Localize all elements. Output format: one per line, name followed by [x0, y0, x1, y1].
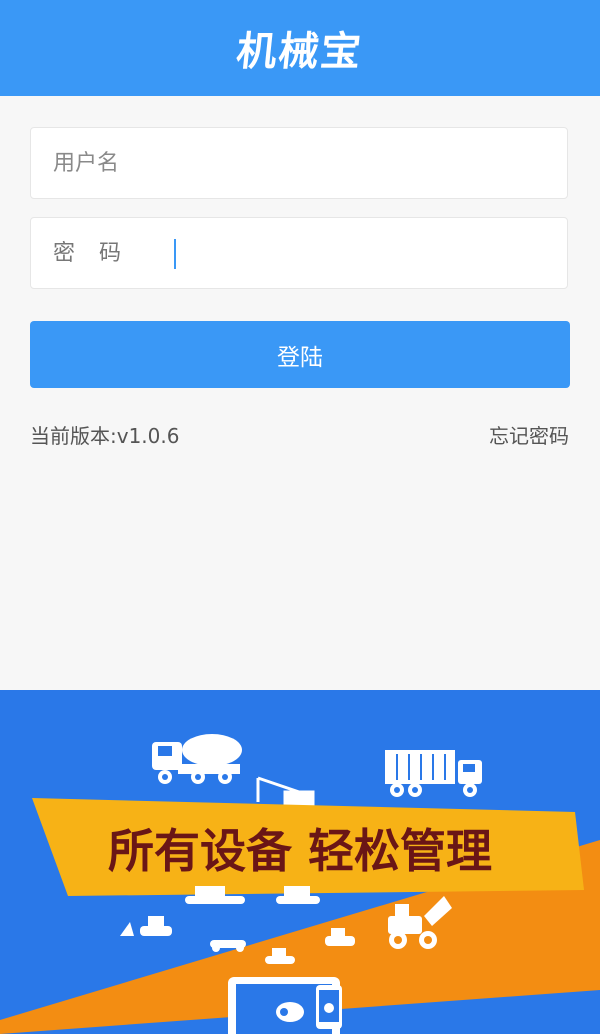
concrete-mixer-truck-icon — [152, 734, 242, 784]
password-field-box: 密码 — [30, 217, 568, 289]
login-button[interactable]: 登陆 — [30, 321, 570, 388]
phone-icon — [316, 985, 342, 1029]
version-text: 当前版本:v1.0.6 — [30, 424, 180, 448]
password-input[interactable] — [31, 218, 567, 288]
container-truck-icon — [385, 750, 482, 797]
bulldozer-icon — [120, 916, 172, 936]
banner-illustration: 所有设备 轻松管理 — [0, 734, 600, 1034]
forgot-password-link[interactable]: 忘记密码 — [489, 420, 569, 449]
crane-icon — [256, 776, 315, 806]
app-title: 机械宝 — [234, 29, 365, 75]
promo-banner: 所有设备 轻松管理 — [0, 690, 600, 1034]
username-input[interactable] — [31, 128, 567, 198]
app-header: 机械宝 — [0, 0, 600, 96]
banner-slogan: 所有设备 轻松管理 — [108, 824, 492, 878]
bulldozer-icon — [210, 940, 246, 952]
username-field-box — [30, 127, 568, 199]
